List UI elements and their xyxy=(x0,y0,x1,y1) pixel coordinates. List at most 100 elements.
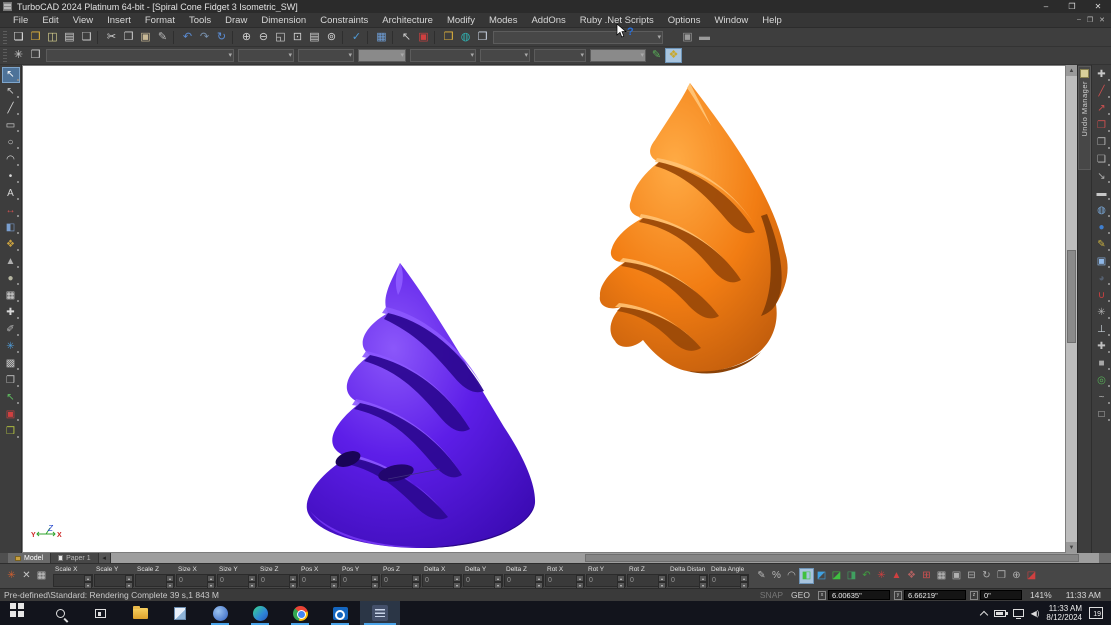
mode-solid-icon[interactable]: ◧ xyxy=(799,568,814,584)
percent-lock-icon[interactable]: % xyxy=(769,568,784,584)
anchor-icon[interactable]: ⊕ xyxy=(1009,568,1024,584)
disk-3d-icon[interactable]: ● xyxy=(2,271,20,287)
purple-spiral-cone-model[interactable] xyxy=(300,258,537,551)
stamp-icon[interactable]: ❒ xyxy=(2,424,20,440)
taskbar-chrome-button[interactable] xyxy=(280,601,320,625)
reference-box-icon[interactable]: ▣ xyxy=(679,30,696,45)
tray-expand-icon[interactable] xyxy=(979,610,987,618)
vertical-scrollbar[interactable]: ▲ ▼ xyxy=(1066,65,1077,553)
menu-addons[interactable]: AddOns xyxy=(524,15,572,26)
sheet-tab-paper-1[interactable]: Paper 1 xyxy=(51,553,99,563)
materials-icon[interactable]: ✎ xyxy=(1093,237,1111,253)
field-spinner[interactable] xyxy=(412,575,420,586)
open-file-icon[interactable]: ❒ xyxy=(27,30,44,45)
field-spinner[interactable] xyxy=(207,575,215,586)
lineweight-dropdown[interactable] xyxy=(358,49,406,62)
screw-icon[interactable]: ⊥ xyxy=(1093,322,1111,338)
zoom-page-icon[interactable]: ▤ xyxy=(306,30,323,45)
measure-icon[interactable]: ╱ xyxy=(1093,84,1111,100)
redo-icon[interactable]: ↷ xyxy=(196,30,213,45)
zoom-out-icon[interactable]: ⊖ xyxy=(255,30,272,45)
rotate-step-icon[interactable]: ↻ xyxy=(979,568,994,584)
select-3d-icon[interactable]: ▣ xyxy=(1093,254,1111,270)
selection-table-icon[interactable]: ▦ xyxy=(34,568,49,584)
world-view-icon[interactable]: ◍ xyxy=(457,30,474,45)
taskbar-outlook-button[interactable] xyxy=(320,601,360,625)
options-gear-icon[interactable]: ✳ xyxy=(10,48,27,63)
arc-icon[interactable]: ◠ xyxy=(2,152,20,168)
snap-target-icon[interactable]: ◎ xyxy=(1093,373,1111,389)
field-input[interactable]: 0 xyxy=(423,575,453,586)
taskbar-teams-button[interactable] xyxy=(200,601,240,625)
add-part-icon[interactable]: ✚ xyxy=(1093,339,1111,355)
pick-green-icon[interactable]: ↖ xyxy=(2,390,20,406)
line-icon[interactable]: ╱ xyxy=(2,101,20,117)
menu-edit[interactable]: Edit xyxy=(35,15,65,26)
field-spinner[interactable] xyxy=(658,575,666,586)
cone-3d-icon[interactable]: ▲ xyxy=(2,254,20,270)
copy-entity-icon[interactable]: ❐ xyxy=(2,373,20,389)
pen-properties-icon[interactable]: ✎ xyxy=(648,48,665,63)
menu-format[interactable]: Format xyxy=(138,15,182,26)
vertical-scroll-thumb[interactable] xyxy=(1067,250,1076,343)
field-spinner[interactable] xyxy=(371,575,379,586)
battery-icon[interactable] xyxy=(994,610,1006,617)
menu-insert[interactable]: Insert xyxy=(100,15,138,26)
menu-options[interactable]: Options xyxy=(661,15,708,26)
style-dropdown[interactable] xyxy=(410,49,476,62)
field-spinner[interactable] xyxy=(84,575,92,586)
zoom-window-icon[interactable]: ◱ xyxy=(272,30,289,45)
coordinate-dropdown[interactable] xyxy=(480,49,530,62)
field-input[interactable]: 0 xyxy=(464,575,494,586)
corner-snap-icon[interactable]: ◪ xyxy=(1024,568,1039,584)
rectangle-icon[interactable]: ▭ xyxy=(2,118,20,134)
snap-toggle[interactable]: SNAP xyxy=(760,590,783,600)
menu-help[interactable]: Help xyxy=(755,15,789,26)
field-input[interactable]: 0 xyxy=(382,575,412,586)
save-file-icon[interactable]: ◫ xyxy=(44,30,61,45)
horizontal-scroll-thumb[interactable] xyxy=(585,554,1079,562)
field-spinner[interactable] xyxy=(699,575,707,586)
field-input[interactable]: 0 xyxy=(710,575,740,586)
menu-ruby-net-scripts[interactable]: Ruby .Net Scripts xyxy=(573,15,661,26)
assemble-gears-icon[interactable]: ✳ xyxy=(1093,305,1111,321)
size-lock-icon[interactable]: ▣ xyxy=(949,568,964,584)
menu-dimension[interactable]: Dimension xyxy=(254,15,313,26)
taskbar-file-explorer-button[interactable] xyxy=(120,601,160,625)
notification-center-icon[interactable]: 19 xyxy=(1089,607,1103,619)
curve-handle-icon[interactable]: ◠ xyxy=(784,568,799,584)
menu-window[interactable]: Window xyxy=(707,15,755,26)
field-spinner[interactable] xyxy=(494,575,502,586)
node-edit-icon[interactable]: ↖ xyxy=(2,84,20,100)
field-input[interactable]: 0 xyxy=(628,575,658,586)
field-spinner[interactable] xyxy=(166,575,174,586)
toolbar-grip[interactable] xyxy=(3,31,7,44)
orange-spiral-cone-model[interactable] xyxy=(595,74,795,381)
layers-icon[interactable]: ❏ xyxy=(1093,152,1111,168)
taskbar-edge-button[interactable] xyxy=(240,601,280,625)
coord-z-field[interactable]: 0" xyxy=(980,590,1022,600)
spell-check-icon[interactable]: ✓ xyxy=(348,30,365,45)
menu-modes[interactable]: Modes xyxy=(482,15,525,26)
network-icon[interactable] xyxy=(1013,609,1024,617)
menu-draw[interactable]: Draw xyxy=(218,15,254,26)
extrude-icon[interactable]: ❖ xyxy=(2,237,20,253)
mode-sketch-icon[interactable]: ◨ xyxy=(844,568,859,584)
sheet-scroll-left-button[interactable] xyxy=(99,553,111,563)
zoom-in-icon[interactable]: ⊕ xyxy=(238,30,255,45)
horizontal-scrollbar[interactable] xyxy=(111,553,1099,563)
field-spinner[interactable] xyxy=(740,575,748,586)
repeat-icon[interactable]: ↻ xyxy=(213,30,230,45)
paste-icon[interactable]: ▣ xyxy=(137,30,154,45)
taskbar-task-view-button[interactable] xyxy=(80,601,120,625)
color-dropdown[interactable] xyxy=(238,49,294,62)
move-icon[interactable]: ✚ xyxy=(2,305,20,321)
zoom-selection-icon[interactable]: ⊚ xyxy=(323,30,340,45)
open-group-icon[interactable]: ❒ xyxy=(440,30,457,45)
linetype-dropdown[interactable] xyxy=(298,49,354,62)
new-file-icon[interactable]: ❏ xyxy=(10,30,27,45)
settings-gear-icon[interactable]: ✳ xyxy=(2,339,20,355)
marquee-icon[interactable]: □ xyxy=(1093,407,1111,423)
mdi-close-button[interactable]: ✕ xyxy=(1099,16,1105,24)
menu-modify[interactable]: Modify xyxy=(440,15,482,26)
